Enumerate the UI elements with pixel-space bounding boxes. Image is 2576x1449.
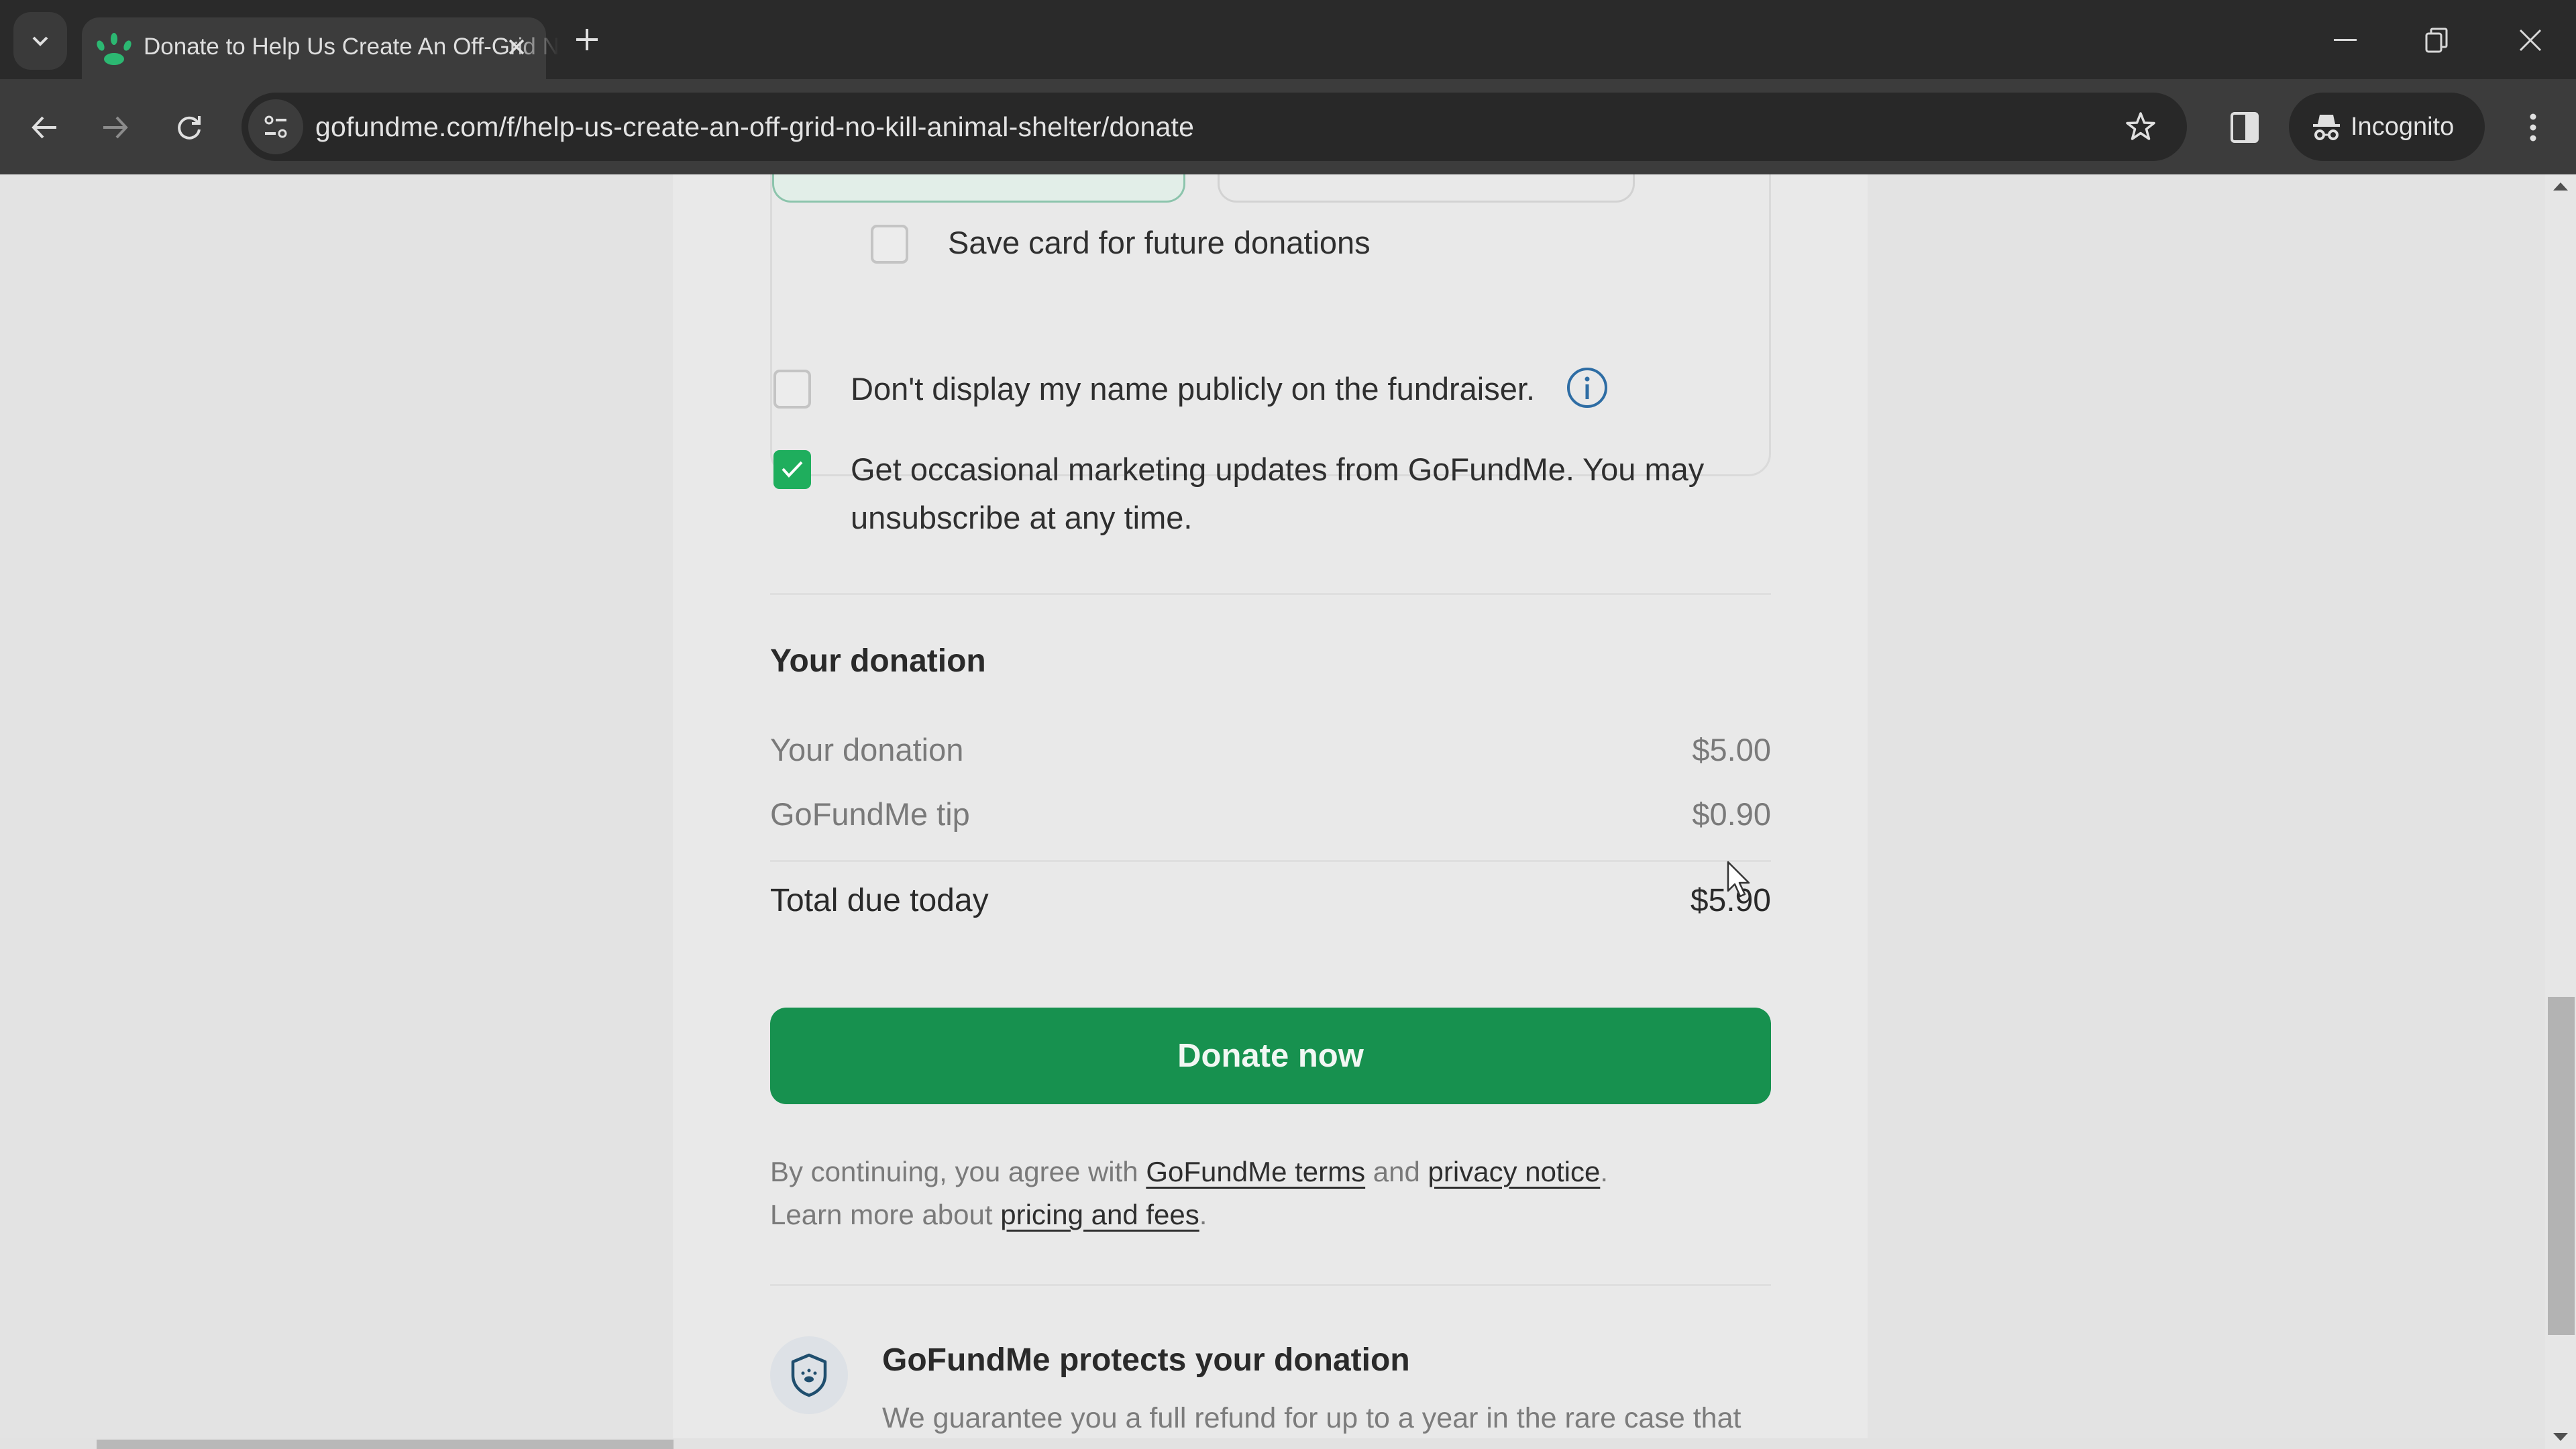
legal-prefix: By continuing, you agree with [770, 1156, 1146, 1187]
incognito-indicator[interactable]: Incognito [2289, 93, 2485, 161]
horizontal-scrollbar[interactable] [0, 1438, 2545, 1449]
donation-summary-title: Your donation [770, 643, 986, 679]
tab-search-button[interactable] [13, 12, 67, 70]
chevron-down-icon [32, 36, 48, 46]
incognito-label: Incognito [2351, 112, 2455, 141]
back-button[interactable] [17, 101, 71, 154]
total-label: Total due today [770, 883, 989, 918]
divider [770, 860, 1771, 862]
restore-icon [2425, 28, 2448, 53]
page-viewport: Save card for future donations Don't dis… [0, 174, 2576, 1449]
summary-row-value: $0.90 [1692, 796, 1771, 832]
close-icon [2519, 29, 2542, 52]
info-icon[interactable] [1566, 366, 1609, 411]
protection-title: GoFundMe protects your donation [882, 1342, 1410, 1378]
reload-button[interactable] [162, 101, 216, 154]
payment-card [770, 174, 1771, 476]
site-info-button[interactable] [248, 99, 303, 154]
legal-period: . [1600, 1156, 1608, 1187]
legal-text: By continuing, you agree with GoFundMe t… [770, 1150, 1608, 1236]
payment-method-option[interactable] [1218, 174, 1635, 203]
browser-menu-button[interactable] [2506, 101, 2560, 154]
privacy-notice-link[interactable]: privacy notice [1428, 1156, 1601, 1187]
gofundme-terms-link[interactable]: GoFundMe terms [1146, 1156, 1365, 1187]
shield-paw-icon [791, 1353, 827, 1397]
anonymous-label: Don't display my name publicly on the fu… [851, 371, 1536, 407]
donate-form-column: Save card for future donations Don't dis… [673, 174, 1868, 1449]
legal-period: . [1199, 1199, 1208, 1230]
close-icon [508, 39, 525, 55]
marketing-label-line2: unsubscribe at any time. [851, 500, 1193, 535]
summary-row-label: Your donation [770, 732, 964, 767]
star-icon [2126, 112, 2155, 140]
vertical-scrollbar-thumb[interactable] [2548, 997, 2575, 1335]
reload-icon [178, 116, 201, 140]
summary-row-label: GoFundMe tip [770, 796, 970, 832]
incognito-icon [2313, 115, 2340, 140]
minimize-button[interactable] [2312, 13, 2379, 67]
anonymous-checkbox[interactable] [773, 370, 811, 409]
divider [770, 1284, 1771, 1286]
divider [770, 593, 1771, 595]
marketing-label-line1: Get occasional marketing updates from Go… [851, 451, 1705, 487]
learn-more-prefix: Learn more about [770, 1199, 1001, 1230]
arrow-right-icon [103, 116, 128, 139]
protection-body: We guarantee you a full refund for up to… [882, 1402, 1741, 1434]
scroll-down-arrow-icon[interactable] [2553, 1433, 2568, 1441]
side-panel-icon [2231, 112, 2259, 143]
payment-method-option-selected[interactable] [772, 174, 1185, 203]
url-text[interactable]: gofundme.com/f/help-us-create-an-off-gri… [315, 111, 1194, 143]
plus-icon [576, 29, 598, 50]
restore-button[interactable] [2403, 13, 2470, 67]
address-bar[interactable]: gofundme.com/f/help-us-create-an-off-gri… [241, 93, 2187, 161]
protection-badge [770, 1336, 848, 1414]
pricing-and-fees-link[interactable]: pricing and fees [1000, 1199, 1199, 1230]
checkmark-icon [782, 461, 803, 478]
horizontal-scrollbar-thumb[interactable] [97, 1440, 674, 1449]
save-card-label: Save card for future donations [948, 225, 1371, 260]
kebab-menu-icon [2530, 113, 2536, 142]
scroll-up-arrow-icon[interactable] [2553, 182, 2568, 191]
save-card-checkbox[interactable] [871, 225, 908, 264]
tune-icon [264, 115, 287, 138]
arrow-left-icon [32, 116, 56, 139]
mouse-cursor-icon [1727, 861, 1750, 898]
bookmark-button[interactable] [2116, 102, 2165, 152]
vertical-scrollbar[interactable] [2545, 174, 2576, 1449]
gofundme-paw-icon [97, 33, 131, 65]
legal-and: and [1365, 1156, 1428, 1187]
new-tab-button[interactable] [565, 17, 609, 62]
marketing-checkbox[interactable] [773, 450, 811, 489]
summary-row-value: $5.00 [1692, 732, 1771, 767]
browser-tab[interactable]: Donate to Help Us Create An Off-Grid No-… [82, 17, 559, 82]
side-panel-button[interactable] [2218, 101, 2271, 154]
forward-button[interactable] [89, 101, 142, 154]
browser-toolbar: gofundme.com/f/help-us-create-an-off-gri… [0, 79, 2576, 174]
minimize-icon [2334, 39, 2357, 41]
tab-bar: Donate to Help Us Create An Off-Grid No-… [0, 0, 2576, 82]
tab-title: Donate to Help Us Create An Off-Grid No-… [144, 34, 559, 60]
window-close-button[interactable] [2497, 13, 2564, 67]
tab-close-button[interactable] [498, 28, 535, 66]
donate-now-button[interactable]: Donate now [770, 1008, 1771, 1104]
